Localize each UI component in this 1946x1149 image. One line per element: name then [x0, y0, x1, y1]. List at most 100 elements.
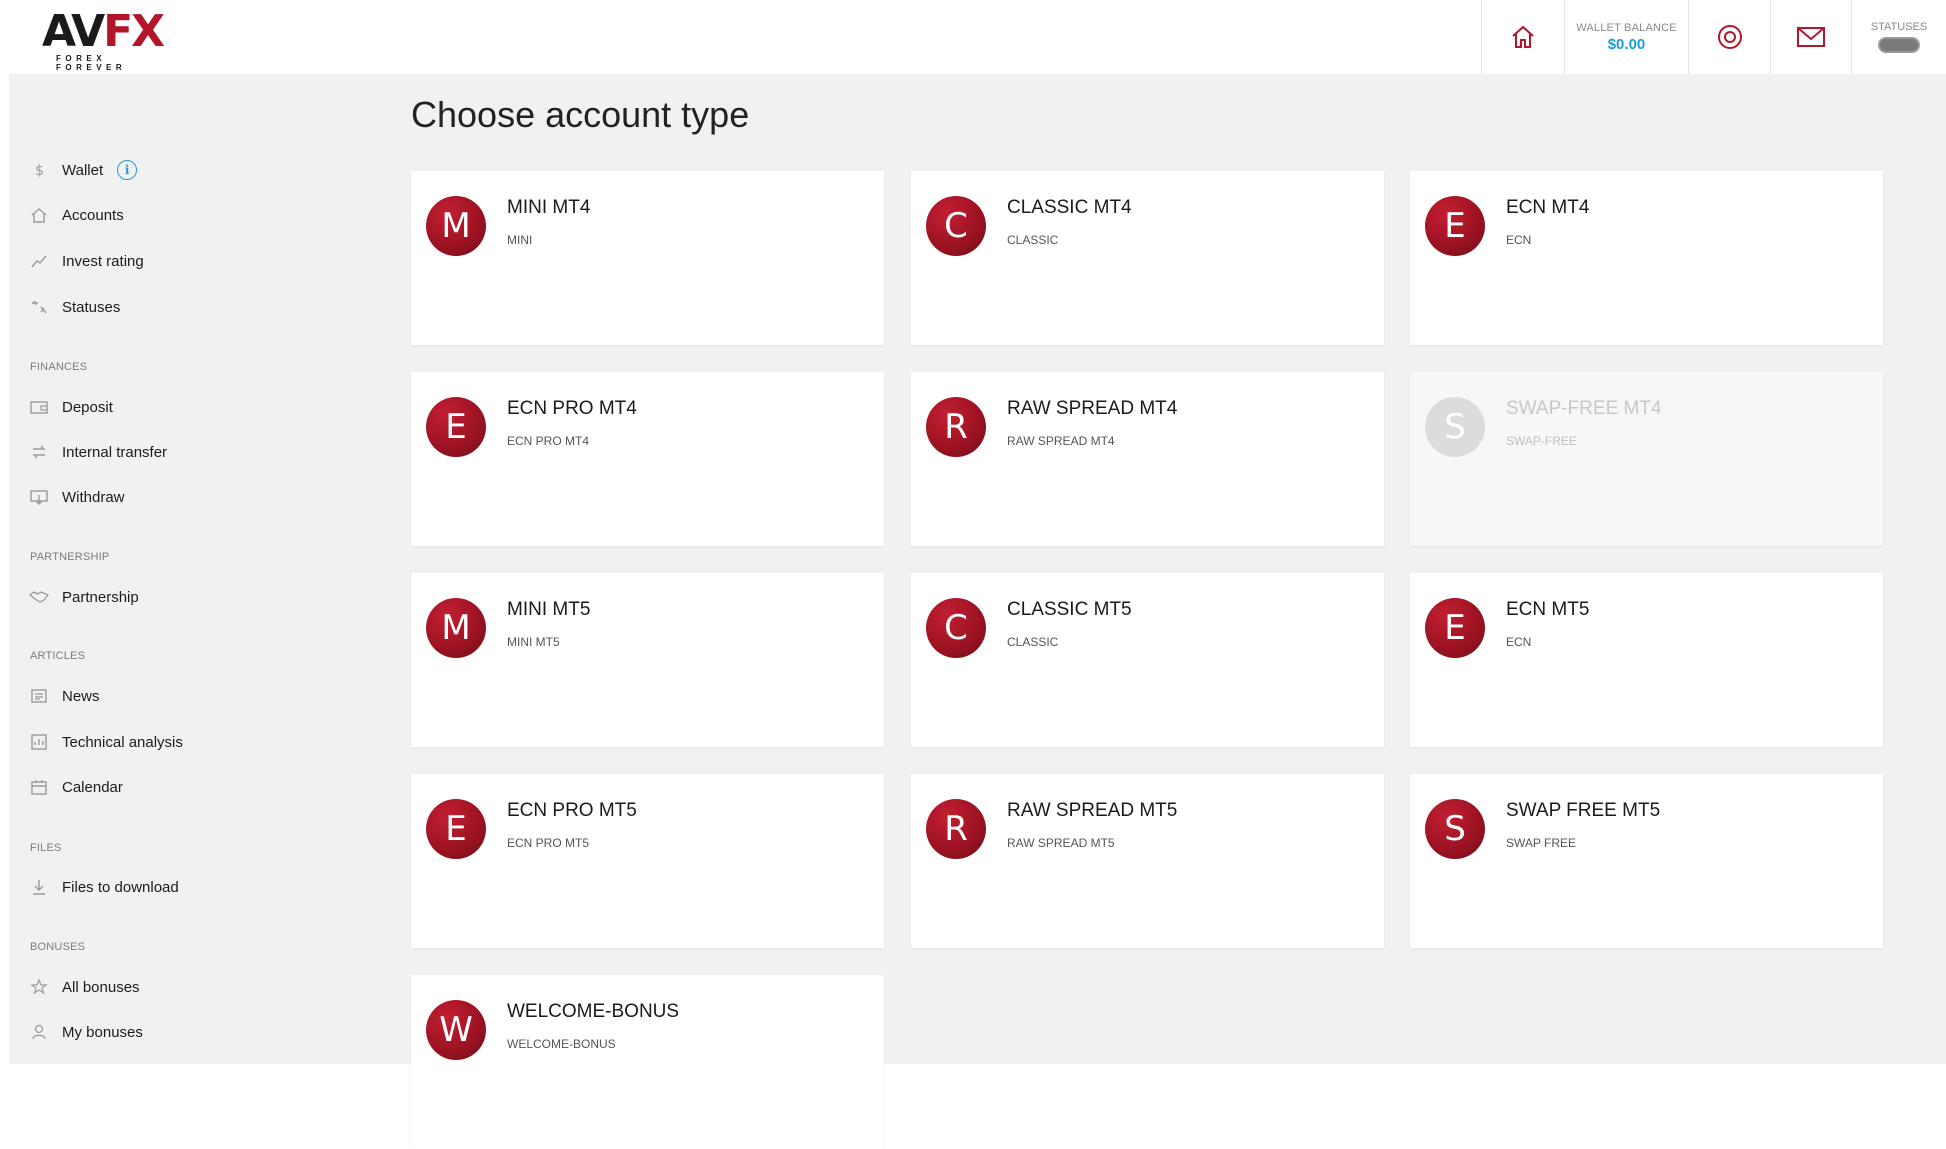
withdraw-icon [27, 485, 51, 509]
account-card-subtitle: ECN PRO MT5 [507, 836, 590, 850]
home-icon [27, 203, 51, 227]
account-avatar: M [426, 598, 486, 658]
sidebar-item-label: Withdraw [62, 488, 125, 506]
section-label-partnership: PARTNERSHIP [30, 551, 110, 563]
sidebar-item-technical-analysis[interactable]: Technical analysis [27, 726, 183, 758]
account-card-title: SWAP FREE MT5 [1506, 800, 1661, 821]
account-card-classic-mt4[interactable]: C CLASSIC MT4 CLASSIC [911, 171, 1384, 345]
section-label-articles: ARTICLES [30, 650, 86, 662]
transfer-icon [27, 440, 51, 464]
sidebar: $ Wallet i Accounts Invest rating Status… [9, 74, 339, 1064]
account-card-title: ECN PRO MT5 [507, 800, 637, 821]
info-icon[interactable]: i [117, 160, 138, 180]
wallet-balance-widget[interactable]: WALLET BALANCE $0.00 [1564, 0, 1688, 74]
account-card-ecn-mt5[interactable]: E ECN MT5 ECN [1410, 573, 1883, 747]
account-card-raw-spread-mt4[interactable]: R RAW SPREAD MT4 RAW SPREAD MT4 [911, 372, 1384, 546]
account-avatar: E [1425, 598, 1485, 658]
sidebar-item-label: Deposit [62, 398, 113, 416]
statuses-label: STATUSES [1870, 21, 1928, 33]
account-card-mini-mt5[interactable]: M MINI MT5 MINI MT5 [411, 573, 884, 747]
wallet-balance-label: WALLET BALANCE [1576, 21, 1677, 34]
account-avatar: S [1425, 799, 1485, 859]
wallet-balance-value: $0.00 [1607, 35, 1646, 53]
home-button[interactable] [1481, 0, 1564, 74]
sidebar-item-my-bonuses[interactable]: My bonuses [27, 1016, 143, 1048]
avfx-logo[interactable]: AVFX FOREX FOREVER [42, 6, 166, 73]
sidebar-item-label: My bonuses [62, 1023, 143, 1041]
sidebar-item-label: Calendar [62, 778, 123, 796]
newspaper-icon [27, 684, 51, 708]
account-card-welcome-bonus[interactable]: W WELCOME-BONUS WELCOME-BONUS [411, 975, 884, 1149]
account-card-title: MINI MT4 [507, 197, 591, 218]
sidebar-item-label: Internal transfer [62, 443, 168, 461]
sidebar-item-label: All bonuses [62, 978, 140, 996]
download-icon [27, 875, 51, 899]
account-card-title: WELCOME-BONUS [507, 1001, 680, 1022]
account-avatar: E [426, 397, 486, 457]
sidebar-item-calendar[interactable]: Calendar [27, 771, 123, 803]
logo-wordmark: AVFX [42, 6, 165, 57]
account-card-swap-free-mt5[interactable]: S SWAP FREE MT5 SWAP FREE [1410, 774, 1883, 948]
account-card-subtitle: CLASSIC [1007, 635, 1059, 649]
account-card-raw-spread-mt5[interactable]: R RAW SPREAD MT5 RAW SPREAD MT5 [911, 774, 1384, 948]
account-card-title: ECN MT5 [1506, 599, 1590, 620]
account-card-title: SWAP-FREE MT4 [1506, 398, 1662, 419]
svg-text:$: $ [35, 163, 44, 179]
account-card-subtitle: SWAP-FREE [1506, 434, 1577, 448]
user-icon [27, 1020, 51, 1044]
sidebar-item-label: Partnership [62, 588, 139, 606]
account-card-subtitle: ECN [1506, 233, 1532, 247]
sidebar-item-withdraw[interactable]: Withdraw [27, 481, 125, 513]
statuses-widget[interactable]: STATUSES [1851, 0, 1946, 74]
account-card-subtitle: RAW SPREAD MT4 [1007, 434, 1115, 448]
sidebar-item-wallet[interactable]: $ Wallet i [27, 154, 138, 186]
support-button[interactable] [1688, 0, 1770, 74]
account-avatar: M [426, 196, 486, 256]
account-card-title: ECN PRO MT4 [507, 398, 637, 419]
account-card-ecn-mt4[interactable]: E ECN MT4 ECN [1410, 171, 1883, 345]
sidebar-item-partnership[interactable]: Partnership [27, 581, 139, 613]
sidebar-item-deposit[interactable]: Deposit [27, 391, 113, 423]
dollar-icon: $ [27, 158, 51, 182]
account-card-subtitle: MINI [507, 233, 533, 247]
sidebar-item-accounts[interactable]: Accounts [27, 199, 124, 231]
sidebar-item-files-to-download[interactable]: Files to download [27, 871, 179, 903]
account-card-title: CLASSIC MT5 [1007, 599, 1132, 620]
top-header: AVFX FOREX FOREVER WALLET BALANCE $0.00 … [0, 0, 1946, 74]
account-avatar: R [926, 799, 986, 859]
account-card-ecn-pro-mt4[interactable]: E ECN PRO MT4 ECN PRO MT4 [411, 372, 884, 546]
sidebar-item-internal-transfer[interactable]: Internal transfer [27, 436, 167, 468]
account-card-title: MINI MT5 [507, 599, 591, 620]
content-area: $ Wallet i Accounts Invest rating Status… [9, 74, 1946, 1149]
account-card-title: ECN MT4 [1506, 197, 1590, 218]
account-avatar: E [1425, 196, 1485, 256]
account-card-classic-mt5[interactable]: C CLASSIC MT5 CLASSIC [911, 573, 1384, 747]
account-card-subtitle: RAW SPREAD MT5 [1007, 836, 1115, 850]
account-card-subtitle: WELCOME-BONUS [507, 1037, 616, 1051]
account-card-title: RAW SPREAD MT5 [1007, 800, 1178, 821]
account-card-mini-mt4[interactable]: M MINI MT4 MINI [411, 171, 884, 345]
sidebar-item-news[interactable]: News [27, 680, 100, 712]
account-card-swap-free-mt4: S SWAP-FREE MT4 SWAP-FREE [1410, 372, 1883, 546]
account-card-subtitle: ECN [1506, 635, 1532, 649]
sidebar-item-label: Wallet [62, 161, 104, 179]
account-card-title: CLASSIC MT4 [1007, 197, 1132, 218]
account-card-subtitle: ECN PRO MT4 [507, 434, 590, 448]
messages-button[interactable] [1770, 0, 1851, 74]
account-card-title: RAW SPREAD MT4 [1007, 398, 1178, 419]
home-icon [1512, 25, 1534, 48]
sidebar-item-invest-rating[interactable]: Invest rating [27, 245, 144, 277]
account-card-subtitle: MINI MT5 [507, 635, 560, 649]
trend-chart-icon [27, 249, 51, 273]
section-label-finances: FINANCES [30, 361, 88, 373]
account-card-ecn-pro-mt5[interactable]: E ECN PRO MT5 ECN PRO MT5 [411, 774, 884, 948]
handshake-icon [27, 585, 51, 609]
account-avatar: W [426, 1000, 486, 1060]
sidebar-item-all-bonuses[interactable]: All bonuses [27, 971, 140, 1003]
account-avatar: E [426, 799, 486, 859]
sidebar-item-label: News [62, 687, 100, 705]
support-icon [1717, 25, 1742, 49]
sidebar-item-statuses[interactable]: Statuses [27, 291, 120, 323]
account-avatar: R [926, 397, 986, 457]
account-avatar: C [926, 598, 986, 658]
